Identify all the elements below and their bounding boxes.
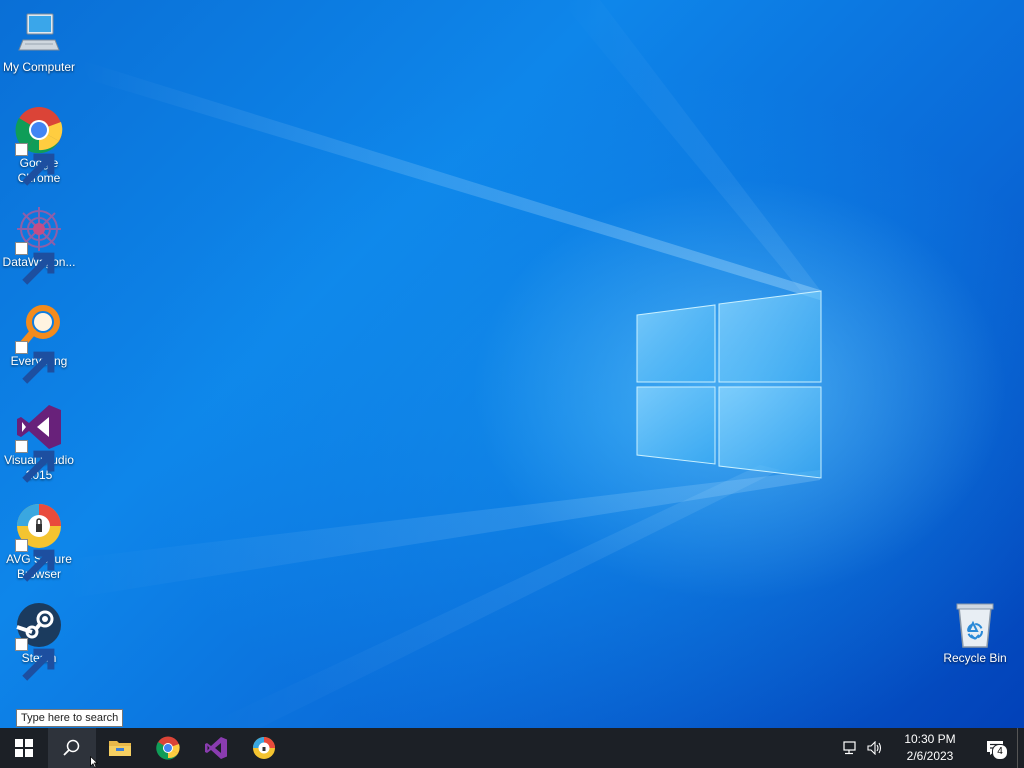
visual-studio-icon <box>15 403 63 483</box>
notification-count-badge: 4 <box>992 744 1008 760</box>
file-explorer-icon <box>109 741 131 756</box>
action-center-button[interactable]: 4 <box>973 728 1017 768</box>
steam-icon <box>15 601 63 681</box>
computer-icon <box>15 10 63 58</box>
windows-logo-wallpaper <box>636 290 822 479</box>
mouse-cursor-icon <box>90 756 99 768</box>
desktop-icon-my-computer[interactable]: My Computer <box>0 10 78 75</box>
avg-browser-icon <box>253 737 275 759</box>
volume-button[interactable] <box>863 728 887 768</box>
desktop-icon-label: My Computer <box>2 60 76 74</box>
desktop-icon-datawagon[interactable]: DataWagon... <box>0 205 78 285</box>
taskbar-avg-browser[interactable] <box>240 728 288 768</box>
wallpaper-light-beams <box>60 0 822 728</box>
network-icon <box>843 741 856 755</box>
shortcut-arrow-icon <box>15 638 55 681</box>
clock-time: 10:30 PM <box>904 732 956 746</box>
start-button[interactable] <box>0 728 48 768</box>
shortcut-arrow-icon <box>15 440 55 483</box>
network-button[interactable] <box>839 728 863 768</box>
taskbar: 10:30 PM 2/6/2023 4 <box>0 728 1024 768</box>
desktop-icon-label: Recycle Bin <box>943 651 1007 665</box>
desktop-icon-avg-secure-browser[interactable]: AVG Secure Browser <box>0 502 78 582</box>
avg-browser-icon <box>15 502 63 582</box>
everything-search-icon <box>15 304 63 384</box>
shortcut-arrow-icon <box>15 341 55 384</box>
chrome-icon <box>156 736 180 760</box>
clock-date: 2/6/2023 <box>906 749 954 763</box>
recycle-bin-icon <box>951 601 999 649</box>
show-desktop-button[interactable] <box>1017 728 1024 768</box>
taskbar-visual-studio[interactable] <box>192 728 240 768</box>
taskbar-clock[interactable]: 10:30 PM 2/6/2023 <box>895 731 965 765</box>
search-tooltip: Type here to search <box>16 709 124 727</box>
volume-icon <box>867 741 882 755</box>
desktop-icon-everything[interactable]: Everything <box>0 304 78 384</box>
taskbar-chrome[interactable] <box>144 728 192 768</box>
desktop-icon-google-chrome[interactable]: Google Chrome <box>0 106 78 186</box>
desktop-icon-recycle-bin[interactable]: Recycle Bin <box>936 601 1014 666</box>
chrome-icon <box>15 106 63 186</box>
visual-studio-icon <box>205 737 227 759</box>
taskbar-file-explorer[interactable] <box>96 728 144 768</box>
windows-start-icon <box>15 739 33 757</box>
shortcut-arrow-icon <box>15 242 55 285</box>
shortcut-arrow-icon <box>15 143 55 186</box>
desktop-icon-steam[interactable]: Steam <box>0 601 78 681</box>
search-icon <box>63 739 80 756</box>
desktop-icon-visual-studio[interactable]: Visual Studio 2015 <box>0 403 78 483</box>
system-tray: 10:30 PM 2/6/2023 4 <box>839 728 1024 768</box>
desktop-wallpaper: My Computer Google Chrome DataWagon... E… <box>0 0 1024 728</box>
shortcut-arrow-icon <box>15 539 55 582</box>
datawagon-icon <box>15 205 63 285</box>
